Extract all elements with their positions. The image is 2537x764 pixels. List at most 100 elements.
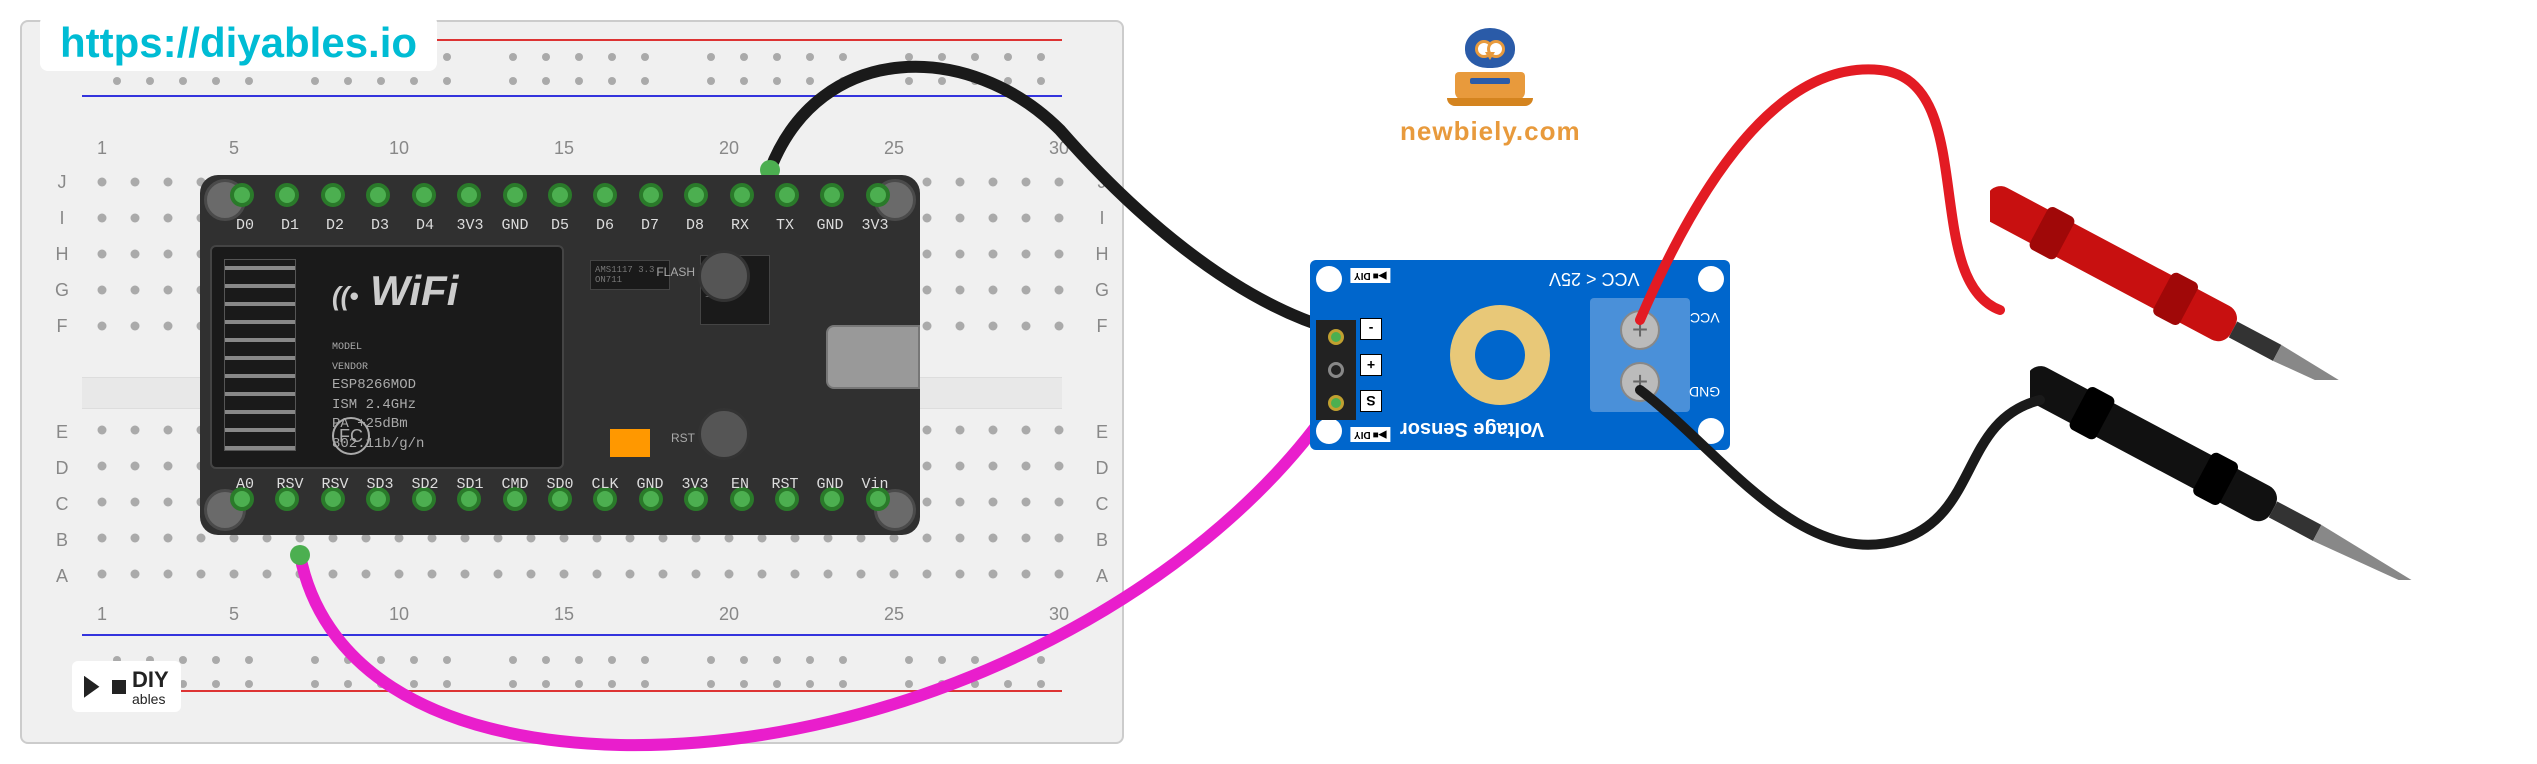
pin-tx	[775, 183, 799, 207]
pin-label: GND	[635, 476, 665, 493]
sensor-potentiometer	[1450, 305, 1550, 405]
pin-label: 3V3	[455, 217, 485, 234]
row-label: H	[52, 244, 72, 265]
pin-d3	[366, 183, 390, 207]
pin-label: RSV	[320, 476, 350, 493]
row-label: D	[52, 458, 72, 479]
pin-label: D1	[275, 217, 305, 234]
square-icon	[112, 680, 126, 694]
pin-label: D3	[365, 217, 395, 234]
pin-gnd	[820, 183, 844, 207]
pcb-antenna	[224, 259, 296, 451]
row-label: G	[52, 280, 72, 301]
row-label: F	[52, 316, 72, 337]
pin-label: SD3	[365, 476, 395, 493]
mount-hole	[1316, 418, 1342, 444]
pin-d1	[275, 183, 299, 207]
row-label: B	[1092, 530, 1112, 551]
row-label: D	[1092, 458, 1112, 479]
probe-black	[2030, 230, 2537, 580]
fc-logo: FC	[332, 417, 370, 455]
row-label: G	[1092, 280, 1112, 301]
diyables-text: DIYables	[132, 667, 169, 706]
sensor-pin-header	[1316, 320, 1356, 420]
pin-label: A0	[230, 476, 260, 493]
pin-label: D5	[545, 217, 575, 234]
pin-label: RX	[725, 217, 755, 234]
pin-header-bottom	[230, 487, 890, 527]
pin-label: CMD	[500, 476, 530, 493]
wifi-logo: ((• WiFi	[332, 267, 458, 315]
pin-label: 3V3	[860, 217, 890, 234]
url-badge: https://diyables.io	[40, 15, 437, 71]
esp8266-module: ((• WiFi MODEL VENDOR ESP8266MOD ISM 2.4…	[210, 245, 564, 469]
pin-label: GND	[815, 217, 845, 234]
pin-label: D6	[590, 217, 620, 234]
mount-hole	[1316, 266, 1342, 292]
sensor-pin-plus	[1328, 362, 1344, 378]
row-label: I	[52, 208, 72, 229]
row-label: B	[52, 530, 72, 551]
pin-rx	[730, 183, 754, 207]
brand-line1: DIY	[132, 667, 169, 692]
pin-label: TX	[770, 217, 800, 234]
pin-label: GND	[815, 476, 845, 493]
pin-label: GND	[500, 217, 530, 234]
mount-hole	[1698, 266, 1724, 292]
row-label: C	[52, 494, 72, 515]
row-label: A	[52, 566, 72, 587]
row-label: A	[1092, 566, 1112, 587]
pin-d4	[412, 183, 436, 207]
pin-label: 3V3	[680, 476, 710, 493]
wiring-diagram: 115510101515202025253030 J I H G F	[0, 0, 2537, 764]
row-label: H	[1092, 244, 1112, 265]
row-label: E	[52, 422, 72, 443]
newbiely-text: newbiely.com	[1400, 116, 1581, 147]
pin-label: D7	[635, 217, 665, 234]
screw-gnd	[1620, 362, 1660, 402]
pin-label-plus: +	[1360, 354, 1382, 376]
pin-label: Vin	[860, 476, 890, 493]
pin-label: EN	[725, 476, 755, 493]
pin-labels-top: D0 D1 D2 D3 D4 3V3 GND D5 D6 D7 D8 RX TX GND 3V3	[230, 217, 890, 234]
reset-button	[698, 408, 750, 460]
row-label: I	[1092, 208, 1112, 229]
sensor-brand-bot: ▶■ DIY	[1350, 427, 1390, 442]
pin-label: D0	[230, 217, 260, 234]
sensor-pin-minus	[1328, 329, 1344, 345]
terminal-label-vcc: VCC	[1690, 310, 1720, 326]
pin-label: RSV	[275, 476, 305, 493]
rst-label: RST	[671, 431, 695, 445]
row-label: F	[1092, 316, 1112, 337]
pin-label: SD0	[545, 476, 575, 493]
pin-d0	[230, 183, 254, 207]
newbiely-logo: newbiely.com	[1400, 20, 1581, 147]
voltage-sensor-module: S + - VCC GND Voltage Sensor VCC < 25V ▶…	[1310, 260, 1730, 450]
pin-label-minus: -	[1360, 318, 1382, 340]
pin-d7	[639, 183, 663, 207]
sensor-pin-s	[1328, 395, 1344, 411]
pin-d2	[321, 183, 345, 207]
pin-label: D4	[410, 217, 440, 234]
pin-label: SD2	[410, 476, 440, 493]
row-label: J	[52, 172, 72, 193]
row-label: E	[1092, 422, 1112, 443]
sensor-vcc-range: VCC < 25V	[1549, 268, 1640, 289]
pin-label: SD1	[455, 476, 485, 493]
pin-label: D2	[320, 217, 350, 234]
terminal-label-gnd: GND	[1689, 384, 1720, 400]
pin-3v3	[457, 183, 481, 207]
mount-hole	[1698, 418, 1724, 444]
pin-d8	[684, 183, 708, 207]
pin-label: D8	[680, 217, 710, 234]
row-label: J	[1092, 172, 1112, 193]
pin-d5	[548, 183, 572, 207]
pin-d6	[593, 183, 617, 207]
pin-labels-bottom: A0RSVRSVSD3SD2SD1CMDSD0CLKGND3V3ENRSTGND…	[230, 476, 890, 493]
laptop-icon	[1455, 72, 1525, 100]
nodemcu-board: D0 D1 D2 D3 D4 3V3 GND D5 D6 D7 D8 RX TX GND 3V3 A0 RSV…	[200, 175, 920, 535]
play-icon	[84, 676, 106, 698]
pin-label-s: S	[1360, 390, 1382, 412]
pin-label: RST	[770, 476, 800, 493]
micro-usb-port	[826, 325, 920, 389]
